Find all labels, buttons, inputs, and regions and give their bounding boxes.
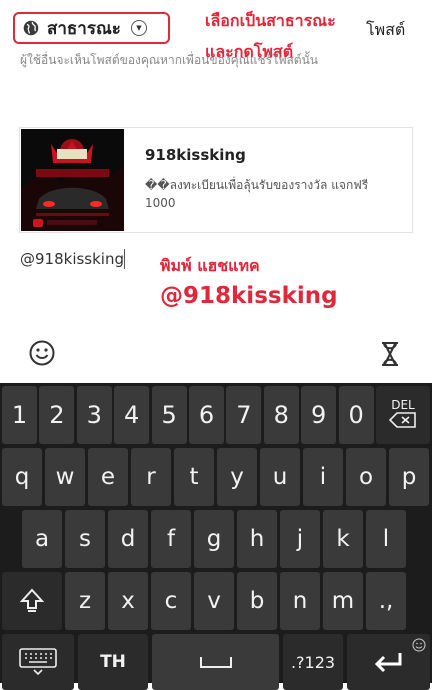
small-emoji-icon [412,637,426,656]
key-u[interactable]: u [260,448,300,506]
key-v[interactable]: v [194,572,234,630]
preview-title: 918kissking [145,146,246,164]
shift-icon [20,588,44,612]
post-button[interactable]: โพสต์ [366,18,405,43]
key-x[interactable]: x [108,572,148,630]
privacy-helper-text: ผู้ใช้อื่นจะเห็นโพสต์ของคุณหากเพื่อนของค… [20,53,319,67]
key-7[interactable]: 7 [226,386,262,444]
key-8[interactable]: 8 [263,386,299,444]
text-caret [124,249,125,269]
backspace-icon [388,412,417,432]
shift-key[interactable] [2,572,62,630]
key-t[interactable]: t [174,448,214,506]
preview-thumbnail [21,129,124,231]
chevron-down-icon: ▼ [130,20,147,36]
key-o[interactable]: o [346,448,386,506]
privacy-label: สาธารณะ [47,18,121,39]
link-preview-card[interactable]: 918kissking ��ลงทะเบียนเพื่อลุ้นรับของรา… [19,127,413,233]
key-c[interactable]: c [151,572,191,630]
key-j[interactable]: j [280,510,320,568]
privacy-dropdown[interactable]: สาธารณะ ▼ [13,12,170,44]
key-2[interactable]: 2 [39,386,75,444]
key-l[interactable]: l [366,510,406,568]
key-q[interactable]: q [2,448,42,506]
key-s[interactable]: s [65,510,105,568]
key-p[interactable]: p [389,448,429,506]
key-w[interactable]: w [45,448,85,506]
key-y[interactable]: y [217,448,257,506]
key-5[interactable]: 5 [151,386,187,444]
enter-key[interactable] [347,634,430,690]
preview-description: ��ลงทะเบียนเพื่อลุ้นรับของรางวัล แจกฟรี … [145,178,369,210]
key-3[interactable]: 3 [76,386,112,444]
enter-icon [374,653,401,673]
annotation-type-hashtag: พิมพ์ แฮชแทค [160,256,260,275]
emoji-icon[interactable] [29,340,55,366]
key-z[interactable]: z [65,572,105,630]
key-d[interactable]: d [108,510,148,568]
keyboard: 1 2 3 4 5 6 7 8 9 0 DEL q w e r t y u i o p a s d f g h j k l z x c v b n m.… [0,383,432,690]
composer-text[interactable]: @918kissking [20,250,124,268]
hourglass-icon[interactable] [379,341,401,367]
globe-icon [23,20,39,36]
language-key[interactable]: TH [78,634,148,690]
key-k[interactable]: k [323,510,363,568]
keyboard-switch-key[interactable] [2,634,74,690]
space-key[interactable] [152,634,279,690]
key-period-comma[interactable]: ., [366,572,406,630]
key-r[interactable]: r [131,448,171,506]
key-n[interactable]: n [280,572,320,630]
key-4[interactable]: 4 [114,386,150,444]
delete-key[interactable]: DEL [376,386,430,444]
key-1[interactable]: 1 [2,386,37,444]
key-g[interactable]: g [194,510,234,568]
key-9[interactable]: 9 [301,386,337,444]
delete-key-label: DEL [391,398,415,412]
keyboard-icon [19,648,57,676]
key-b[interactable]: b [237,572,277,630]
key-f[interactable]: f [151,510,191,568]
key-a[interactable]: a [22,510,62,568]
annotation-hashtag: @918kissking [160,283,338,309]
key-h[interactable]: h [237,510,277,568]
space-icon [199,657,232,668]
key-0[interactable]: 0 [338,386,374,444]
key-6[interactable]: 6 [189,386,224,444]
key-e[interactable]: e [88,448,128,506]
symbols-key[interactable]: .?123 [283,634,343,690]
key-m[interactable]: m [323,572,363,630]
key-i[interactable]: i [303,448,343,506]
